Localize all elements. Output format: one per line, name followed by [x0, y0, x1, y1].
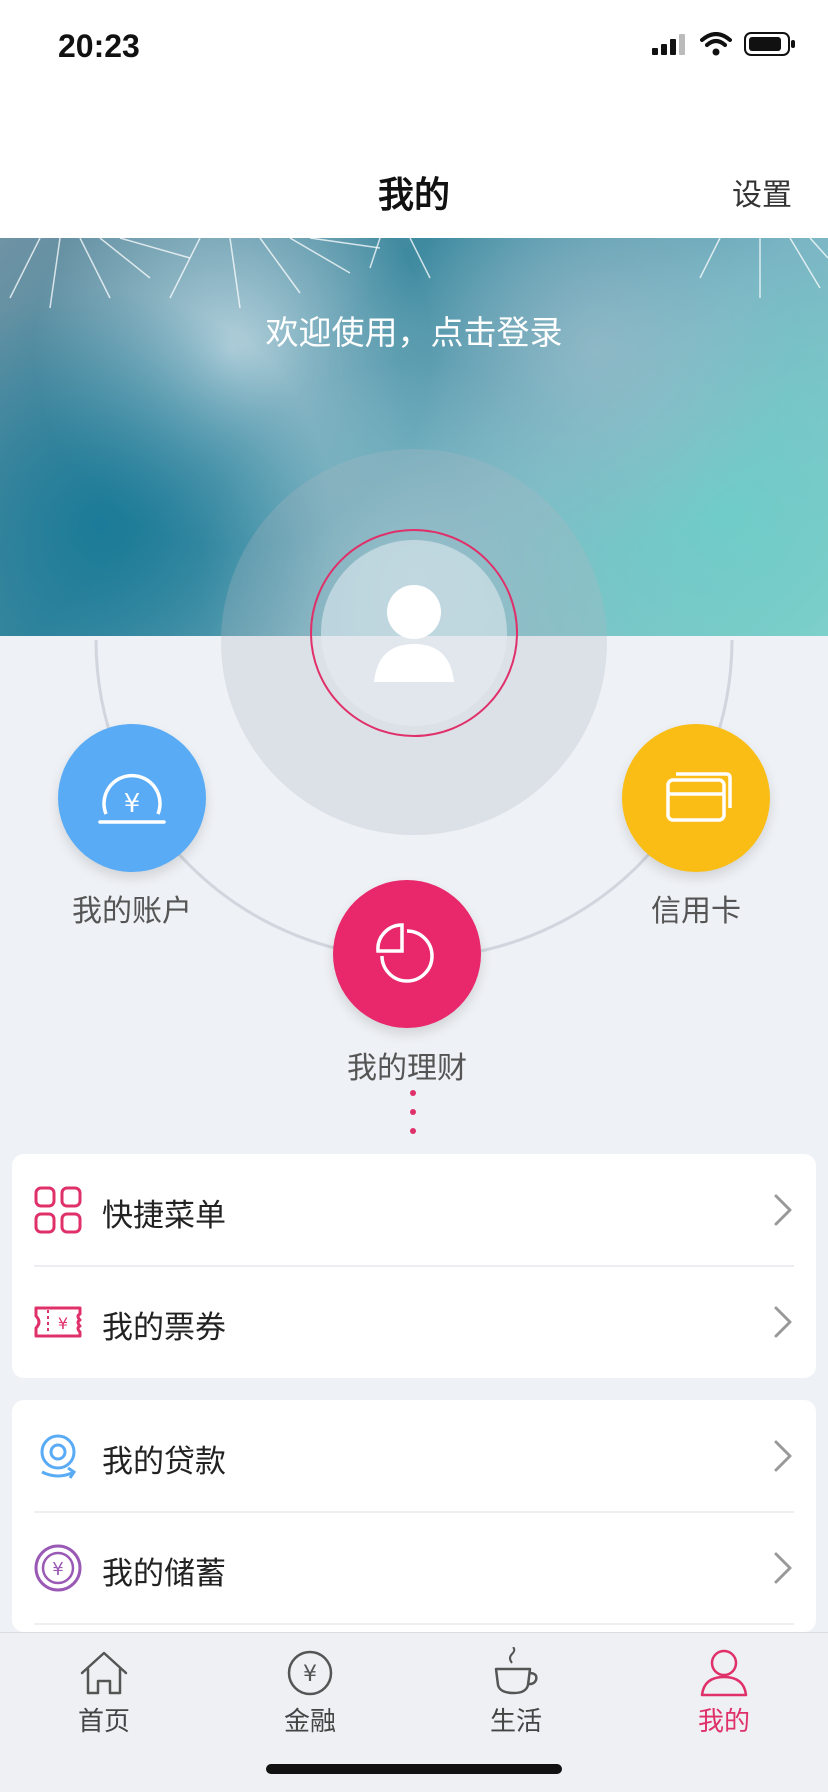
status-icons — [652, 32, 796, 56]
home-indicator — [266, 1764, 562, 1774]
pie-chart-icon — [376, 923, 434, 983]
svg-text:¥: ¥ — [58, 1314, 68, 1333]
battery-icon — [744, 32, 795, 56]
chevron-right-icon — [774, 1306, 792, 1338]
my-account-label: 我的账户 — [72, 894, 192, 929]
cup-icon — [494, 1647, 538, 1695]
more-dots-icon — [410, 1090, 416, 1134]
menu-item-label: 我的贷款 — [102, 1444, 226, 1480]
divider — [34, 1623, 794, 1625]
tab-label: 我的 — [697, 1707, 750, 1737]
ticket-icon: ¥ — [34, 1306, 82, 1338]
status-bar: 20:23 — [0, 0, 828, 100]
menu-item-quick-menu[interactable]: 快捷菜单 — [12, 1154, 816, 1266]
menu-item-label: 我的票券 — [102, 1310, 226, 1346]
credit-card-label: 信用卡 — [651, 894, 741, 929]
svg-text:¥: ¥ — [52, 1559, 63, 1580]
user-icon — [700, 1649, 748, 1697]
tab-life[interactable]: 生活 — [456, 1647, 576, 1738]
nav-bar: 我的 设置 — [0, 100, 828, 238]
my-wealth-button[interactable] — [333, 880, 481, 1028]
menu-item-my-loans[interactable]: 我的贷款 — [12, 1400, 816, 1512]
tab-label: 金融 — [283, 1707, 336, 1737]
page-title: 我的 — [377, 175, 450, 216]
my-wealth-label: 我的理财 — [347, 1051, 467, 1086]
menu-item-label: 快捷菜单 — [102, 1198, 226, 1234]
menu-item-label: 我的储蓄 — [102, 1556, 226, 1592]
status-time: 20:23 — [58, 28, 140, 64]
tab-mine[interactable]: 我的 — [664, 1647, 784, 1738]
signal-icon — [652, 34, 685, 55]
menu-item-my-tickets[interactable]: ¥ 我的票券 — [12, 1266, 816, 1378]
menu-card-1: 快捷菜单 ¥ 我的票券 — [12, 1154, 816, 1378]
tab-finance[interactable]: ¥ 金融 — [250, 1647, 370, 1738]
tab-label: 生活 — [489, 1707, 542, 1737]
settings-button[interactable]: 设置 — [732, 170, 792, 214]
home-icon — [80, 1651, 128, 1695]
yuan-icon: ¥ — [287, 1650, 333, 1696]
tab-home[interactable]: 首页 — [44, 1647, 164, 1738]
wifi-icon — [700, 32, 732, 56]
svg-text:¥: ¥ — [303, 1662, 317, 1687]
cards-icon — [666, 772, 732, 822]
chevron-right-icon — [774, 1552, 792, 1584]
credit-card-button[interactable] — [622, 724, 770, 872]
menu-card-2: 我的贷款 ¥ 我的储蓄 — [12, 1400, 816, 1632]
grid-icon — [34, 1186, 82, 1234]
yuan-dial-icon: ¥ — [98, 773, 166, 824]
svg-text:¥: ¥ — [124, 789, 141, 819]
tab-label: 首页 — [77, 1707, 130, 1737]
chevron-right-icon — [774, 1440, 792, 1472]
login-prompt[interactable]: 欢迎使用，点击登录 — [0, 306, 828, 354]
avatar-person-icon — [374, 585, 454, 682]
loan-icon — [40, 1434, 77, 1479]
chevron-right-icon — [774, 1194, 792, 1226]
savings-icon: ¥ — [34, 1544, 82, 1592]
avatar[interactable] — [366, 578, 462, 688]
my-account-button[interactable]: ¥ — [58, 724, 206, 872]
menu-item-my-savings[interactable]: ¥ 我的储蓄 — [12, 1512, 816, 1624]
